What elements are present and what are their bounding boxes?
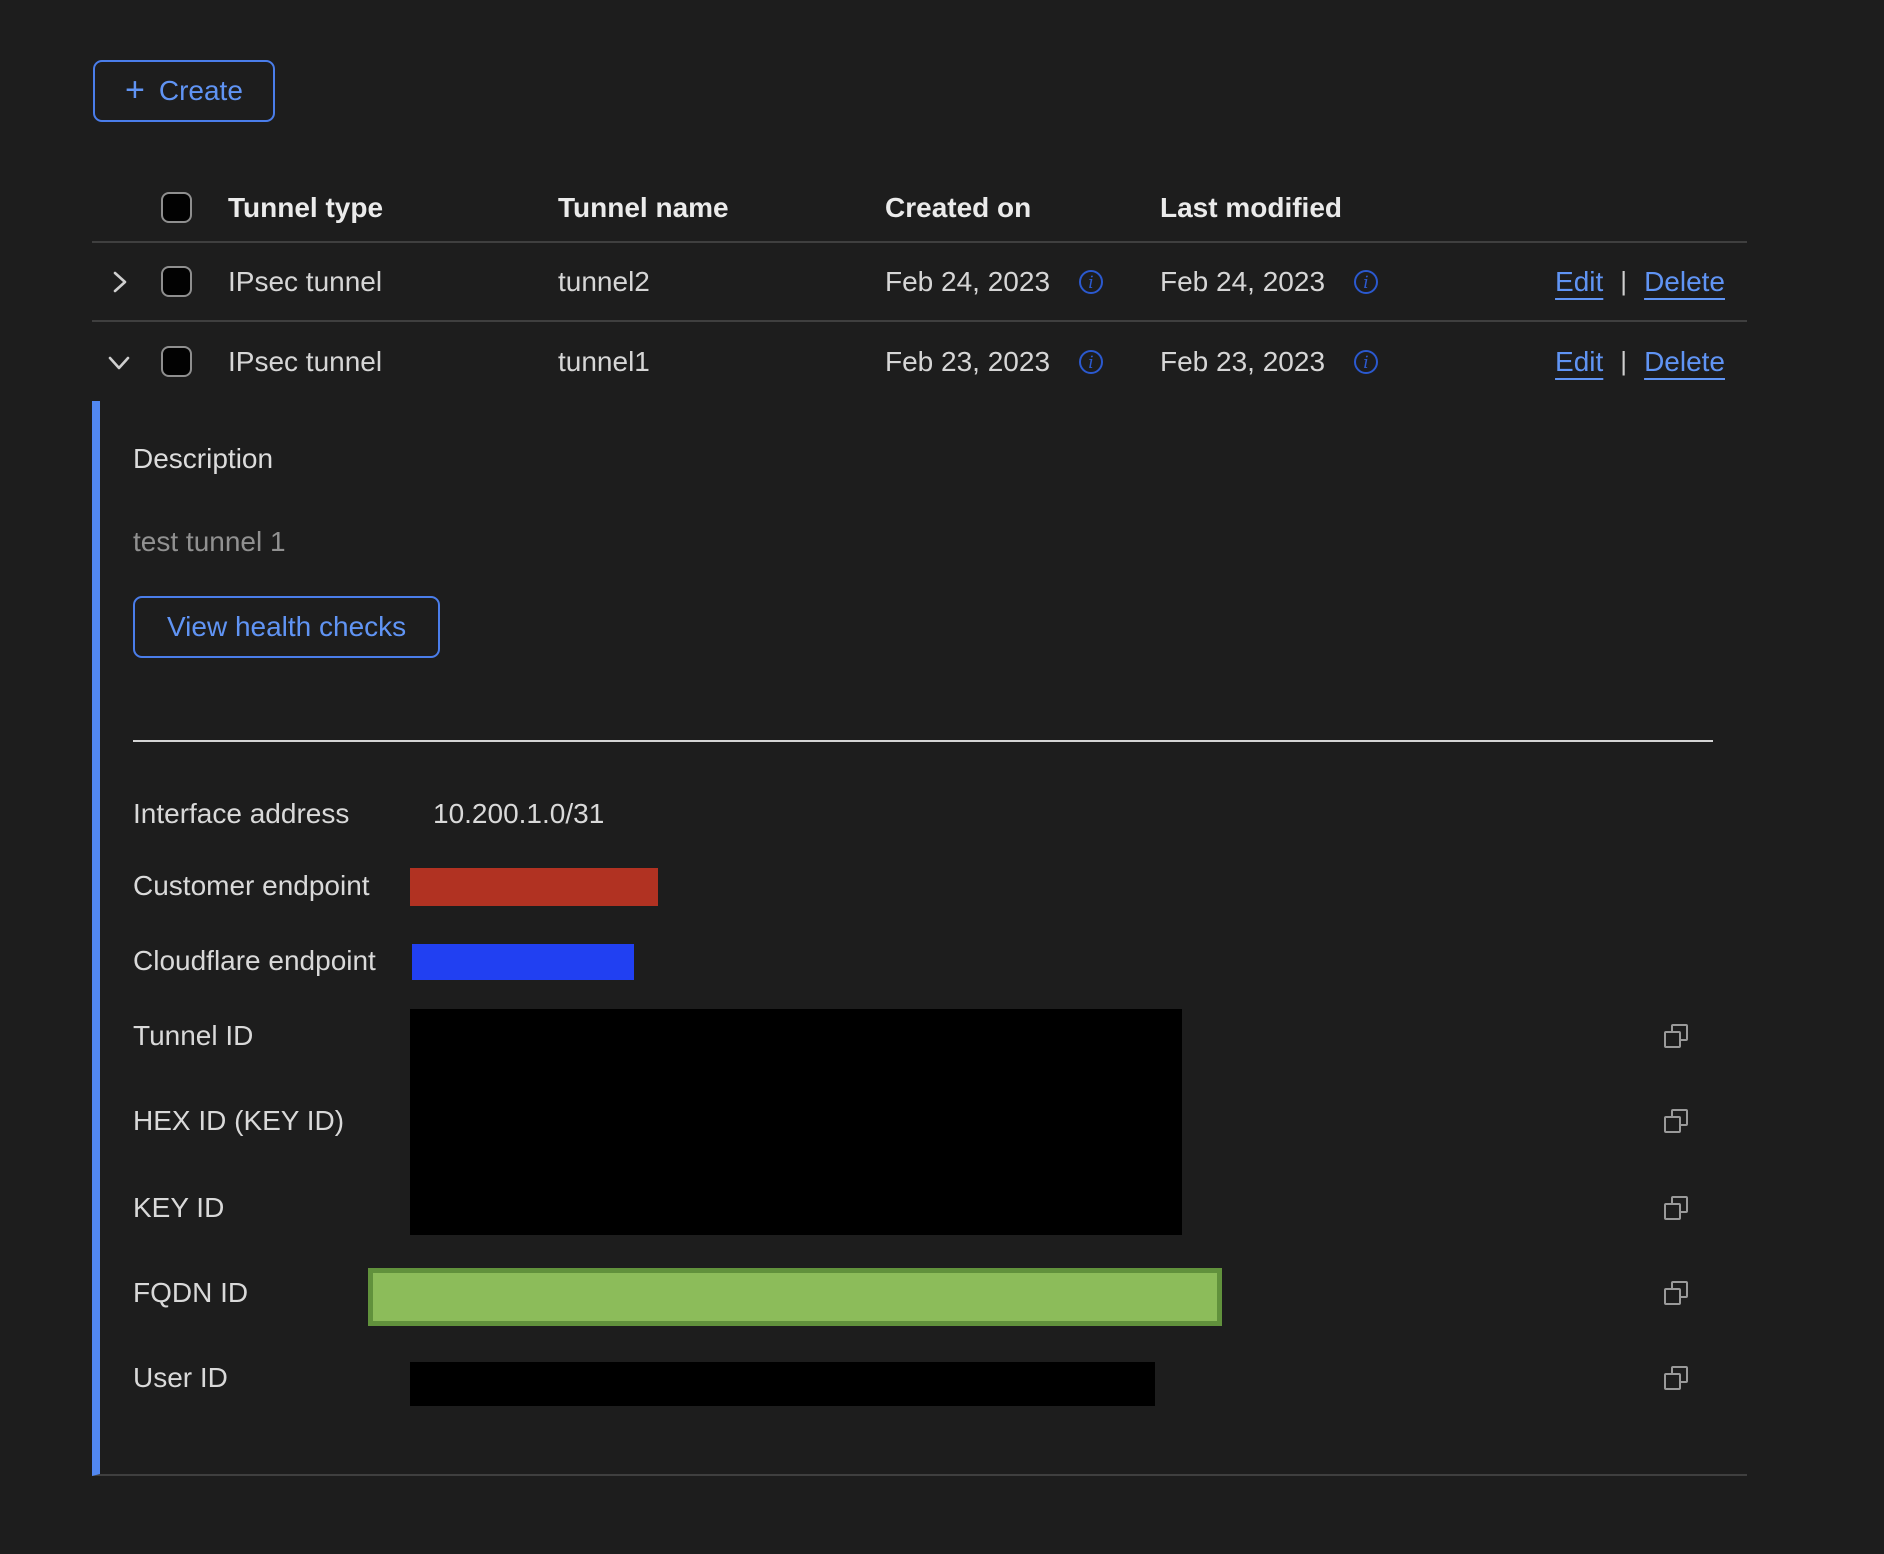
view-health-checks-button[interactable]: View health checks: [133, 596, 440, 658]
detail-fields: Interface address Customer endpoint Clou…: [133, 742, 1747, 1474]
tunnel-type-cell: IPsec tunnel: [228, 346, 558, 378]
interface-address-value: 10.200.1.0/31: [433, 796, 604, 832]
last-modified-value: Feb 24, 2023: [1160, 266, 1325, 298]
select-all-checkbox[interactable]: [161, 192, 192, 223]
delete-link[interactable]: Delete: [1644, 346, 1725, 378]
redacted-ids-block: [410, 1009, 1182, 1235]
copy-fqdn-id-button[interactable]: [1658, 1275, 1694, 1311]
column-header-tunnel-type: Tunnel type: [228, 192, 558, 224]
collapse-row-button[interactable]: [104, 347, 134, 377]
plus-icon: +: [125, 73, 145, 107]
info-icon[interactable]: i: [1078, 349, 1104, 375]
hex-id-label: HEX ID (KEY ID): [133, 1103, 344, 1139]
expanded-row-details: Description test tunnel 1 View health ch…: [92, 401, 1747, 1476]
column-header-tunnel-name: Tunnel name: [558, 192, 885, 224]
row-checkbox[interactable]: [161, 346, 192, 377]
tunnels-table: Tunnel type Tunnel name Created on Last …: [92, 174, 1747, 1476]
column-header-last-modified: Last modified: [1160, 192, 1470, 224]
redacted-customer-endpoint: [410, 868, 658, 906]
table-row-tunnel2: IPsec tunnel tunnel2 Feb 24, 2023 i Feb …: [92, 243, 1747, 322]
copy-icon: [1662, 1022, 1690, 1050]
create-button-label: Create: [159, 75, 243, 107]
cloudflare-endpoint-label: Cloudflare endpoint: [133, 943, 376, 979]
copy-hex-id-button[interactable]: [1658, 1103, 1694, 1139]
copy-icon: [1662, 1107, 1690, 1135]
table-header-row: Tunnel type Tunnel name Created on Last …: [92, 174, 1747, 243]
create-button[interactable]: + Create: [93, 60, 275, 122]
copy-user-id-button[interactable]: [1658, 1360, 1694, 1396]
description-value: test tunnel 1: [133, 524, 1747, 560]
copy-icon: [1662, 1194, 1690, 1222]
edit-link[interactable]: Edit: [1555, 346, 1603, 378]
fqdn-id-label: FQDN ID: [133, 1275, 248, 1311]
table-row-tunnel1: IPsec tunnel tunnel1 Feb 23, 2023 i Feb …: [92, 322, 1747, 401]
svg-text:i: i: [1363, 273, 1368, 293]
interface-address-label: Interface address: [133, 796, 349, 832]
tunnel-type-cell: IPsec tunnel: [228, 266, 558, 298]
copy-key-id-button[interactable]: [1658, 1190, 1694, 1226]
copy-tunnel-id-button[interactable]: [1658, 1018, 1694, 1054]
redacted-cloudflare-endpoint: [412, 944, 634, 980]
expand-row-button[interactable]: [104, 267, 134, 297]
tunnel-name-cell: tunnel2: [558, 266, 885, 298]
last-modified-value: Feb 23, 2023: [1160, 346, 1325, 378]
svg-text:i: i: [1088, 273, 1093, 293]
tunnel-name-cell: tunnel1: [558, 346, 885, 378]
info-icon[interactable]: i: [1353, 349, 1379, 375]
copy-icon: [1662, 1279, 1690, 1307]
chevron-down-icon: [104, 347, 134, 377]
actions-separator: |: [1620, 346, 1627, 377]
user-id-label: User ID: [133, 1360, 228, 1396]
edit-link[interactable]: Edit: [1555, 266, 1603, 298]
chevron-right-icon: [104, 267, 134, 297]
row-checkbox[interactable]: [161, 266, 192, 297]
created-on-value: Feb 23, 2023: [885, 346, 1050, 378]
actions-separator: |: [1620, 266, 1627, 297]
delete-link[interactable]: Delete: [1644, 266, 1725, 298]
tunnel-id-label: Tunnel ID: [133, 1018, 253, 1054]
description-label: Description: [133, 441, 1747, 477]
customer-endpoint-label: Customer endpoint: [133, 868, 370, 904]
info-icon[interactable]: i: [1078, 269, 1104, 295]
info-icon[interactable]: i: [1353, 269, 1379, 295]
svg-text:i: i: [1363, 353, 1368, 373]
svg-text:i: i: [1088, 353, 1093, 373]
tunnels-page: + Create Tunnel type Tunnel name Created…: [92, 0, 1747, 1476]
created-on-value: Feb 24, 2023: [885, 266, 1050, 298]
key-id-label: KEY ID: [133, 1190, 224, 1226]
copy-icon: [1662, 1364, 1690, 1392]
redacted-fqdn-id: [368, 1268, 1222, 1326]
redacted-user-id: [410, 1362, 1155, 1406]
column-header-created-on: Created on: [885, 192, 1160, 224]
